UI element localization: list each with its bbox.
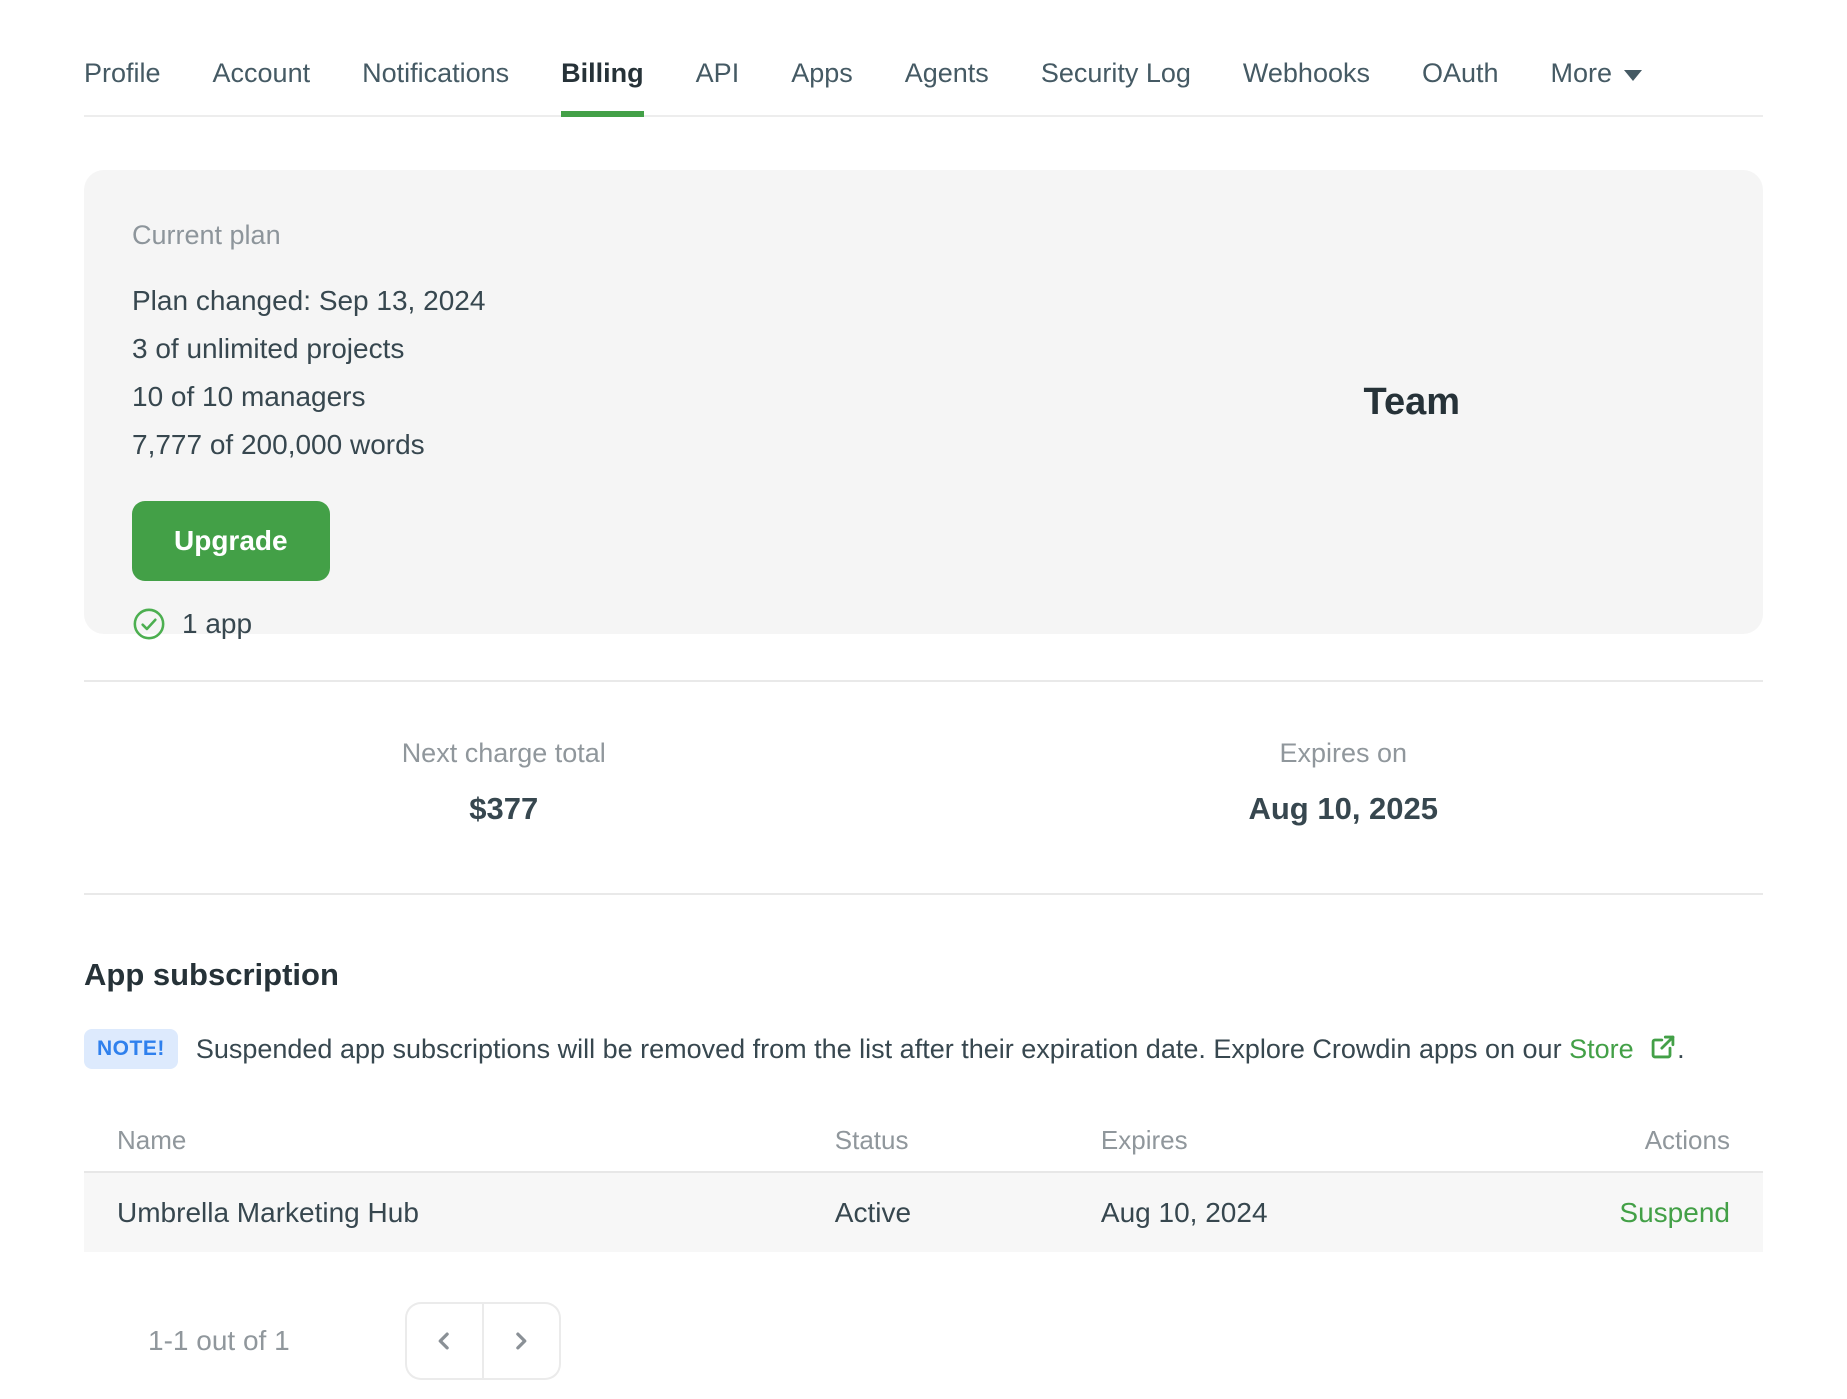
check-circle-icon	[133, 608, 165, 640]
header-actions: Actions	[1644, 1124, 1730, 1155]
next-charge-label: Next charge total	[401, 738, 606, 768]
header-status: Status	[834, 1124, 909, 1155]
tab-profile[interactable]: Profile	[84, 58, 161, 115]
table-row: Umbrella Marketing Hub Active Aug 10, 20…	[84, 1173, 1763, 1252]
chevron-left-icon	[438, 1332, 449, 1350]
plan-managers-usage: 10 of 10 managers	[132, 381, 366, 412]
previous-page-button[interactable]	[404, 1302, 483, 1380]
pagination: 1-1 out of 1	[84, 1302, 1763, 1380]
billing-settings-page: Profile Account Notifications Billing AP…	[0, 0, 1847, 1399]
billing-summary: Next charge total $377 Expires on Aug 10…	[84, 680, 1763, 895]
app-subscription-table: Name Status Expires Actions Umbrella Mar…	[84, 1109, 1763, 1252]
cell-expires: Aug 10, 2024	[1100, 1196, 1268, 1228]
tab-agents[interactable]: Agents	[905, 58, 989, 115]
plan-words-usage: 7,777 of 200,000 words	[132, 429, 425, 460]
current-plan-label: Current plan	[132, 220, 281, 250]
settings-tab-bar: Profile Account Notifications Billing AP…	[84, 0, 1763, 117]
table-header-row: Name Status Expires Actions	[84, 1109, 1763, 1173]
tab-security-log[interactable]: Security Log	[1041, 58, 1191, 115]
chevron-right-icon	[516, 1332, 527, 1350]
upgrade-button[interactable]: Upgrade	[132, 501, 330, 581]
header-expires: Expires	[1100, 1124, 1188, 1155]
tab-more[interactable]: More	[1551, 58, 1643, 115]
tab-oauth[interactable]: OAuth	[1422, 58, 1499, 115]
tab-apps[interactable]: Apps	[791, 58, 853, 115]
next-charge-column: Next charge total $377	[84, 738, 924, 827]
chevron-down-icon	[1624, 70, 1643, 81]
tab-webhooks[interactable]: Webhooks	[1243, 58, 1370, 115]
note-line: NOTE! Suspended app subscriptions will b…	[84, 1029, 1763, 1069]
tab-notifications[interactable]: Notifications	[362, 58, 509, 115]
plan-name: Team	[1363, 380, 1460, 423]
cell-app-name: Umbrella Marketing Hub	[117, 1196, 419, 1228]
next-charge-value: $377	[469, 791, 539, 826]
store-link[interactable]: Store	[1569, 1034, 1634, 1064]
expires-on-column: Expires on Aug 10, 2025	[924, 738, 1764, 827]
suspend-link[interactable]: Suspend	[1619, 1197, 1730, 1228]
current-plan-card: Current plan Plan changed: Sep 13, 2024 …	[84, 170, 1763, 640]
tab-billing[interactable]: Billing	[561, 58, 644, 117]
app-subscription-title: App subscription	[84, 957, 339, 992]
expires-on-label: Expires on	[1279, 738, 1408, 768]
pagination-range-label: 1-1 out of 1	[148, 1325, 290, 1356]
plan-projects-usage: 3 of unlimited projects	[132, 333, 405, 364]
tab-api[interactable]: API	[696, 58, 740, 115]
apps-count-label: 1 app	[182, 608, 253, 639]
next-page-button[interactable]	[482, 1302, 561, 1380]
header-name: Name	[117, 1124, 187, 1155]
note-suffix: .	[1677, 1034, 1685, 1064]
tab-more-label: More	[1550, 58, 1613, 88]
note-message: Suspended app subscriptions will be remo…	[195, 1034, 1562, 1064]
tab-account[interactable]: Account	[213, 58, 311, 115]
apps-included-line: 1 app	[132, 607, 485, 641]
cell-status: Active	[834, 1196, 912, 1228]
expires-on-value: Aug 10, 2025	[1248, 791, 1439, 826]
note-badge: NOTE!	[84, 1029, 178, 1069]
plan-changed-date: Plan changed: Sep 13, 2024	[132, 285, 486, 316]
external-link-icon	[1651, 1035, 1675, 1059]
note-text: Suspended app subscriptions will be remo…	[196, 1033, 1685, 1065]
plan-details: Current plan Plan changed: Sep 13, 2024 …	[132, 220, 486, 640]
pager-controls	[404, 1302, 561, 1380]
